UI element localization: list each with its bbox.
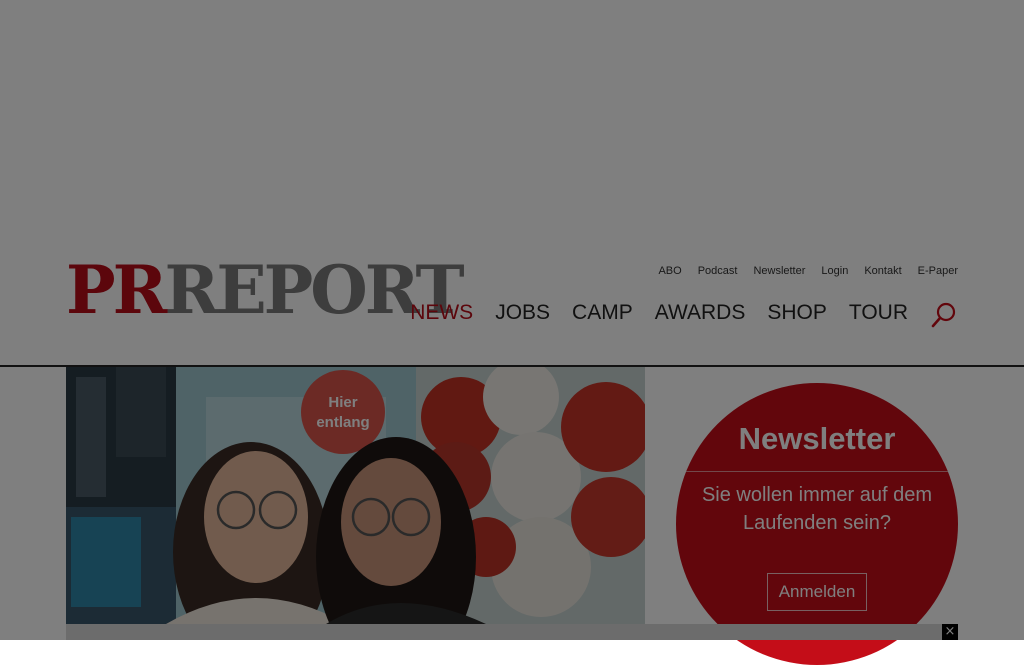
search-icon[interactable]: [930, 301, 958, 329]
top-link-newsletter[interactable]: Newsletter: [753, 265, 805, 277]
nav-news[interactable]: NEWS: [410, 301, 473, 325]
logo-pr: PR: [66, 251, 167, 329]
top-link-abo[interactable]: ABO: [658, 265, 681, 277]
top-link-podcast[interactable]: Podcast: [698, 265, 738, 277]
newsletter-divider: [676, 471, 958, 472]
top-link-epaper[interactable]: E-Paper: [918, 265, 958, 277]
cookie-banner: [66, 624, 958, 640]
newsletter-badge: Newsletter Sie wollen immer auf dem Lauf…: [676, 383, 958, 665]
top-links: ABO Podcast Newsletter Login Kontakt E-P…: [658, 265, 958, 277]
nav-camp[interactable]: CAMP: [572, 301, 633, 325]
newsletter-title: Newsletter: [738, 421, 896, 456]
close-icon[interactable]: ×: [942, 624, 958, 640]
site-logo[interactable]: PR REPORT: [66, 251, 465, 329]
hero-image[interactable]: Hier entlang: [66, 367, 645, 624]
hero-sign-text: Hier: [328, 394, 357, 411]
nav-jobs[interactable]: JOBS: [495, 301, 550, 325]
nav-awards[interactable]: AWARDS: [655, 301, 746, 325]
nav-tour[interactable]: TOUR: [849, 301, 908, 325]
top-link-login[interactable]: Login: [821, 265, 848, 277]
site-header: PR REPORT ABO Podcast Newsletter Login Ko…: [0, 255, 1024, 367]
newsletter-signup-button[interactable]: Anmelden: [767, 573, 867, 611]
svg-text:entlang: entlang: [316, 414, 369, 431]
main-nav: NEWS JOBS CAMP AWARDS SHOP TOUR: [410, 299, 958, 329]
newsletter-text: Sie wollen immer auf dem Laufenden sein?: [701, 484, 933, 534]
top-link-kontakt[interactable]: Kontakt: [864, 265, 901, 277]
ad-space: [0, 0, 1024, 255]
nav-shop[interactable]: SHOP: [767, 301, 827, 325]
